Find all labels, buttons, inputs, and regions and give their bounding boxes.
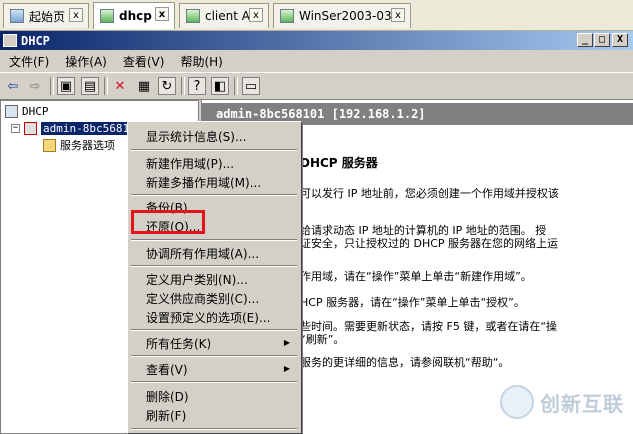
menu-item-label: 所有任务(K)	[146, 337, 212, 351]
collapse-icon[interactable]: −	[11, 124, 20, 133]
menu-item-refresh[interactable]: 刷新(F)	[146, 407, 186, 424]
delete-icon[interactable]: ✕	[111, 77, 129, 95]
menu-item-define-vendor-classes[interactable]: 定义供应商类别(C)...	[146, 290, 259, 307]
context-menu: 显示统计信息(S)... 新建作用域(P)... 新建多播作用域(M)... 备…	[127, 121, 302, 434]
tree-root-dhcp[interactable]: DHCP	[5, 105, 49, 118]
highlight-box	[131, 210, 205, 234]
toolbar-separator	[50, 77, 54, 95]
tree-label: DHCP	[22, 105, 49, 118]
back-arrow-icon[interactable]: ⇦	[4, 77, 22, 95]
close-icon[interactable]: x	[155, 7, 169, 21]
show-tree-icon[interactable]: ▤	[81, 77, 99, 95]
window-title-bar: DHCP _ □ X	[0, 31, 633, 50]
menu-item-label: 查看(V)	[146, 363, 188, 377]
watermark: 创新互联	[500, 385, 624, 419]
menu-bar: 文件(F) 操作(A) 查看(V) 帮助(H)	[0, 51, 633, 71]
tab-label: 起始页	[29, 9, 66, 24]
vm-icon	[100, 9, 114, 23]
vm-icon	[186, 9, 200, 23]
maximize-button[interactable]: □	[594, 33, 610, 47]
menu-separator	[131, 355, 297, 357]
tab-label: WinSer2003-03	[299, 9, 392, 23]
tree-server-node[interactable]: − admin-8bc56810	[11, 122, 138, 135]
menu-file[interactable]: 文件(F)	[2, 53, 56, 70]
details-title: DHCP 服务器	[300, 156, 378, 170]
dhcp-app-icon	[3, 34, 17, 47]
close-button[interactable]: X	[612, 33, 628, 47]
tab-winser2003[interactable]: WinSer2003-03 x	[273, 3, 411, 28]
submenu-arrow-icon: ▶	[283, 338, 290, 347]
tab-label: client A	[205, 9, 250, 23]
menu-separator	[131, 329, 297, 331]
menu-item-delete[interactable]: 删除(D)	[146, 388, 189, 405]
menu-separator	[131, 265, 297, 267]
details-text: HCP 服务器，请在“操作”菜单上单击“授权”。	[300, 296, 525, 309]
menu-view[interactable]: 查看(V)	[116, 53, 172, 70]
menu-item-define-user-classes[interactable]: 定义用户类别(N)...	[146, 271, 248, 288]
menu-item-show-statistics[interactable]: 显示统计信息(S)...	[146, 128, 246, 145]
tab-client-a[interactable]: client A x	[179, 3, 269, 28]
menu-separator	[131, 149, 297, 151]
submenu-arrow-icon: ▶	[283, 364, 290, 373]
details-text: 作用域，请在“操作”菜单上单击“新建作用域”。	[300, 270, 532, 283]
menu-action[interactable]: 操作(A)	[58, 53, 114, 70]
refresh-icon[interactable]: ↻	[158, 77, 176, 95]
details-text: 些时间。需要更新状态，请按 F5 键，或者在请在“操	[300, 320, 558, 333]
close-icon[interactable]: x	[69, 8, 83, 22]
folder-icon	[43, 138, 56, 152]
details-text: 证安全，只让授权过的 DHCP 服务器在您的网络上运	[300, 237, 559, 250]
tree-label: admin-8bc56810	[41, 122, 138, 135]
toolbar-separator	[104, 77, 108, 95]
menu-item-new-scope[interactable]: 新建作用域(P)...	[146, 155, 234, 172]
minimize-button[interactable]: _	[577, 33, 593, 47]
menu-item-reconcile-all-scopes[interactable]: 协调所有作用域(A)...	[146, 245, 259, 262]
properties-icon[interactable]: ▦	[135, 77, 153, 95]
watermark-text: 创新互联	[540, 391, 624, 416]
toolbar-separator	[234, 77, 238, 95]
up-folder-icon[interactable]: ▣	[57, 77, 75, 95]
menu-separator	[131, 428, 297, 430]
close-icon[interactable]: x	[391, 8, 405, 22]
details-text: 服务的更详细的信息，请参阅联机“帮助“。	[300, 356, 510, 369]
server-icon	[24, 122, 37, 135]
watermark-logo-icon	[500, 385, 534, 419]
details-text: 给请求动态 IP 地址的计算机的 IP 地址的范围。 授	[300, 224, 547, 237]
menu-help[interactable]: 帮助(H)	[173, 53, 229, 70]
tree-label: 服务器选项	[60, 139, 115, 152]
dhcp-root-icon	[5, 105, 18, 118]
tree-server-options[interactable]: 服务器选项	[43, 137, 115, 153]
menu-separator	[131, 239, 297, 241]
menu-item-set-predefined-options[interactable]: 设置预定义的选项(E)...	[146, 309, 270, 326]
forward-arrow-icon[interactable]: ⇨	[26, 77, 44, 95]
export-icon[interactable]: ◧	[211, 77, 229, 95]
help-icon[interactable]: ?	[188, 77, 206, 95]
menu-item-view[interactable]: 查看(V) ▶	[146, 361, 296, 378]
menu-separator	[131, 381, 297, 383]
browser-tab-bar: 起始页 x dhcp x client A x WinSer2003-03 x	[0, 0, 633, 31]
toolbar-separator	[181, 77, 185, 95]
tab-start-page[interactable]: 起始页 x	[3, 3, 89, 28]
home-icon	[10, 9, 24, 23]
menu-separator	[131, 194, 297, 196]
toolbar: ⇦ ⇨ ▣ ▤ ✕ ▦ ↻ ? ◧ ▭	[0, 72, 633, 100]
close-icon[interactable]: x	[249, 8, 263, 22]
tab-dhcp[interactable]: dhcp x	[93, 2, 175, 29]
details-text: “刷新”。	[300, 333, 345, 346]
menu-item-all-tasks[interactable]: 所有任务(K) ▶	[146, 335, 296, 352]
vm-icon	[280, 9, 294, 23]
window-title: DHCP	[21, 33, 50, 48]
console-icon[interactable]: ▭	[242, 77, 260, 95]
details-text: 可以发行 IP 地址前，您必须创建一个作用域并授权该	[300, 187, 559, 200]
menu-item-new-multicast-scope[interactable]: 新建多播作用域(M)...	[146, 174, 261, 191]
tab-label: dhcp	[119, 9, 152, 23]
